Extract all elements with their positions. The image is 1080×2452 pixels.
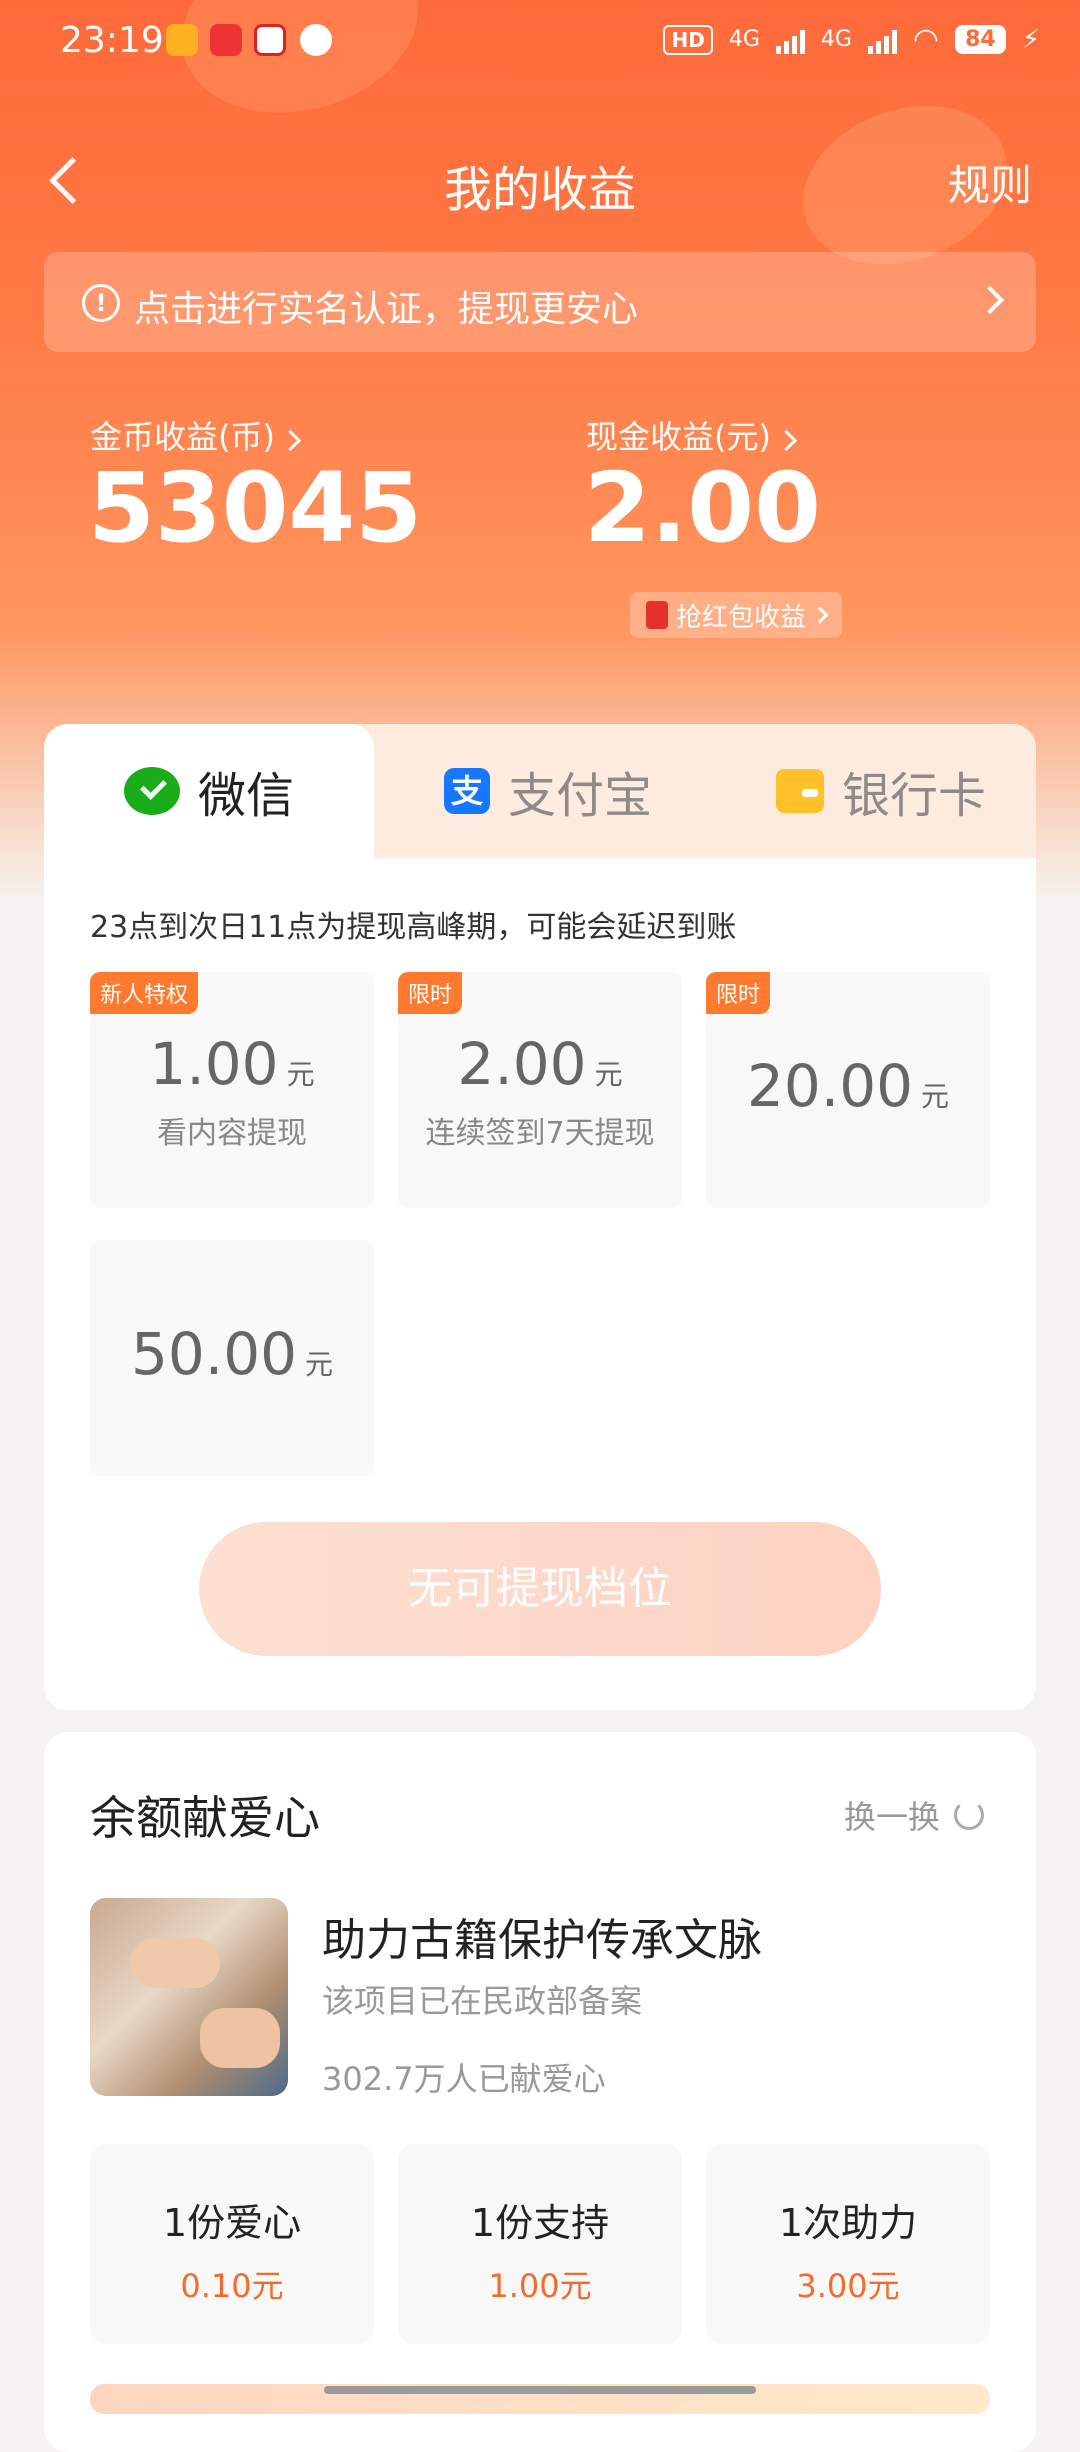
app-notification-icon xyxy=(210,24,242,56)
rules-button[interactable]: 规则 xyxy=(948,152,1032,213)
donation-option[interactable]: 1份爱心 0.10元 xyxy=(90,2144,374,2344)
donation-label: 1次助力 xyxy=(778,2201,918,2245)
refresh-label: 换一换 xyxy=(843,1798,940,1836)
chevron-right-icon xyxy=(975,285,1005,315)
tab-wechat[interactable]: 微信 xyxy=(44,724,374,858)
home-indicator[interactable] xyxy=(324,2386,756,2394)
donation-price: 3.00元 xyxy=(796,2267,900,2305)
charity-title: 余额献爱心 xyxy=(90,1791,320,1845)
charity-card: 余额献爱心 换一换 助力古籍保护传承文脉 该项目已在民政部备案 302.7万人已… xyxy=(44,1732,1036,2452)
network-type: 4G xyxy=(728,27,760,52)
refresh-icon xyxy=(954,1800,984,1830)
info-icon: ! xyxy=(82,284,120,322)
verify-text: 点击进行实名认证，提现更安心 xyxy=(134,289,639,330)
charging-icon: ⚡ xyxy=(1021,24,1040,55)
withdraw-option[interactable]: 限时 2.00 元 连续签到7天提现 xyxy=(398,972,682,1208)
network-type: 4G xyxy=(820,27,852,52)
wechat-icon xyxy=(123,767,180,815)
option-amount: 2.00 xyxy=(457,1030,587,1098)
withdraw-option[interactable]: 限时 20.00 元 xyxy=(706,972,990,1208)
page-title: 我的收益 xyxy=(443,162,636,218)
option-unit: 元 xyxy=(305,1348,334,1381)
donation-option[interactable]: 1次助力 3.00元 xyxy=(706,2144,990,2344)
battery-level: 84 xyxy=(955,25,1006,54)
alipay-icon: 支 xyxy=(444,768,490,814)
project-donor-count: 302.7万人已献爱心 xyxy=(322,2060,606,2098)
chevron-right-icon xyxy=(811,606,829,624)
coin-earnings-value: 53045 xyxy=(88,452,422,564)
option-tag: 限时 xyxy=(706,972,771,1014)
status-bar: 23:19 HD 4G 4G ◠ 84 ⚡ xyxy=(0,0,1080,82)
option-unit: 元 xyxy=(594,1058,623,1091)
tab-label: 微信 xyxy=(197,768,294,824)
cash-earnings-label: 现金收益(元) xyxy=(586,418,771,456)
donation-label: 1份支持 xyxy=(470,2201,610,2245)
tab-bank-card[interactable]: 银行卡 xyxy=(776,724,986,858)
option-amount: 50.00 xyxy=(130,1320,298,1388)
coin-earnings-label: 金币收益(币) xyxy=(90,418,275,456)
donation-price: 0.10元 xyxy=(180,2267,284,2305)
option-desc: 连续签到7天提现 xyxy=(425,1116,655,1151)
wifi-icon: ◠ xyxy=(912,22,940,57)
withdraw-option[interactable]: 新人特权 1.00 元 看内容提现 xyxy=(90,972,374,1208)
tab-label: 银行卡 xyxy=(842,768,987,824)
withdraw-card: 微信 支 支付宝 银行卡 23点到次日11点为提现高峰期，可能会延迟到账 新人特… xyxy=(44,724,1036,1710)
option-desc: 看内容提现 xyxy=(157,1116,307,1151)
cash-earnings-value: 2.00 xyxy=(584,452,821,564)
verify-banner[interactable]: ! 点击进行实名认证，提现更安心 xyxy=(44,252,1036,352)
option-tag: 限时 xyxy=(398,972,463,1014)
option-amount: 1.00 xyxy=(149,1030,279,1098)
signal-icon xyxy=(867,26,897,54)
project-image[interactable] xyxy=(90,1898,288,2096)
donation-label: 1份爱心 xyxy=(162,2201,302,2245)
withdraw-button[interactable]: 无可提现档位 xyxy=(199,1522,881,1656)
status-time: 23:19 xyxy=(60,20,164,61)
app-notification-icon xyxy=(166,24,198,56)
peak-notice: 23点到次日11点为提现高峰期，可能会延迟到账 xyxy=(90,910,737,945)
bank-card-icon xyxy=(776,769,824,813)
option-unit: 元 xyxy=(286,1058,315,1091)
message-icon xyxy=(300,24,332,56)
donation-price: 1.00元 xyxy=(488,2267,592,2305)
red-packet-icon xyxy=(646,601,668,629)
red-packet-label: 抢红包收益 xyxy=(676,602,807,633)
option-unit: 元 xyxy=(921,1080,950,1113)
app-notification-icon xyxy=(254,24,286,56)
chevron-right-icon xyxy=(279,429,302,452)
option-tag: 新人特权 xyxy=(90,972,199,1014)
withdraw-option[interactable]: 50.00 元 xyxy=(90,1240,374,1476)
tab-alipay[interactable]: 支 支付宝 xyxy=(444,724,652,858)
donation-option[interactable]: 1份支持 1.00元 xyxy=(398,2144,682,2344)
red-packet-earnings-button[interactable]: 抢红包收益 xyxy=(630,592,843,638)
project-title[interactable]: 助力古籍保护传承文脉 xyxy=(322,1904,762,1968)
chevron-right-icon xyxy=(775,429,798,452)
option-amount: 20.00 xyxy=(746,1052,914,1120)
hd-badge: HD xyxy=(663,24,713,55)
project-subtitle: 该项目已在民政部备案 xyxy=(322,1982,643,2020)
tab-label: 支付宝 xyxy=(508,768,653,824)
refresh-button[interactable]: 换一换 xyxy=(844,1792,984,1838)
signal-icon xyxy=(775,26,805,54)
payment-tabs: 微信 支 支付宝 银行卡 xyxy=(44,724,1036,858)
